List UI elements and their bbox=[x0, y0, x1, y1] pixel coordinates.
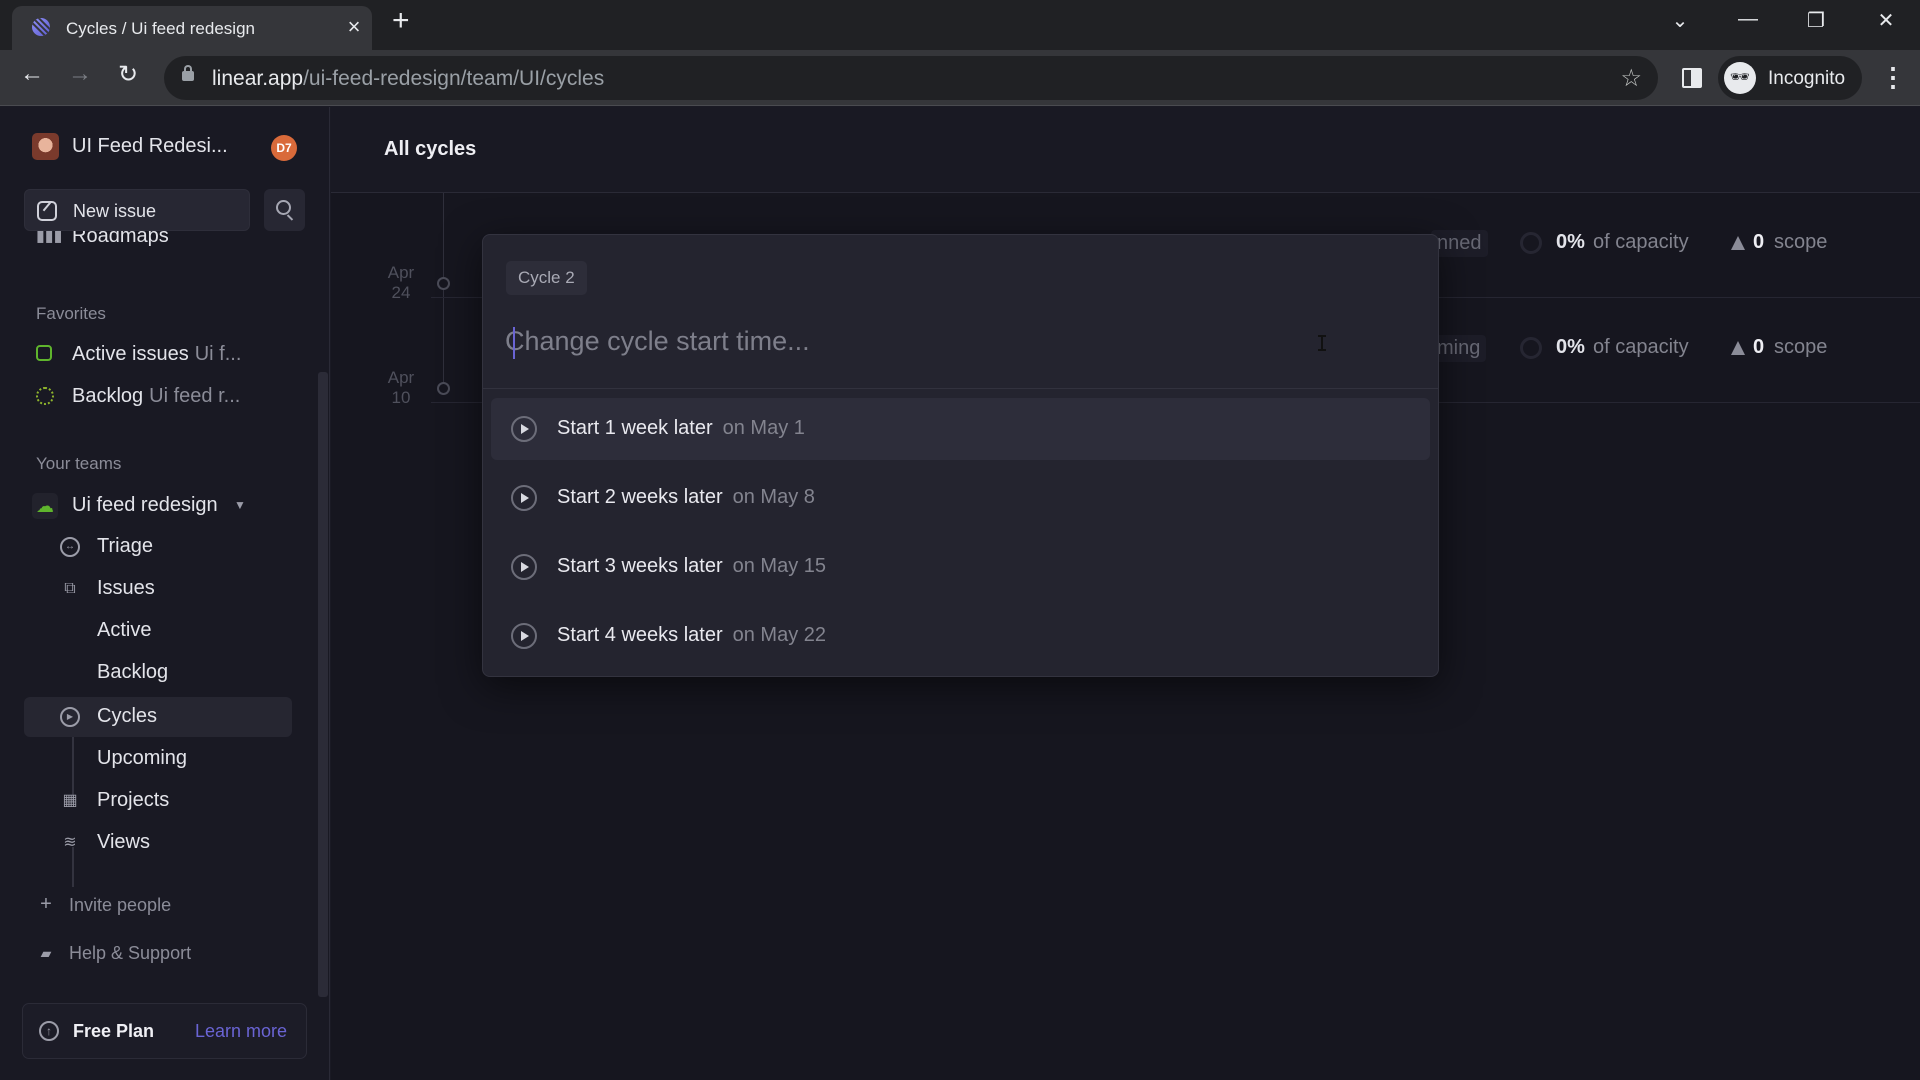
roadmap-icon: ▮▮▮ bbox=[36, 231, 63, 245]
context-chip: Cycle 2 bbox=[506, 261, 587, 295]
new-issue-label: New issue bbox=[73, 201, 157, 221]
scope-label: scope bbox=[1774, 231, 1828, 253]
play-circle-icon bbox=[511, 416, 537, 442]
forward-icon[interactable]: → bbox=[62, 60, 98, 88]
cycles-icon: ▶ bbox=[60, 707, 80, 727]
sidebar-item-issues[interactable]: ⧉ Issues bbox=[24, 569, 292, 609]
team-ui-feed-redesign[interactable]: ☁ Ui feed redesign ▼ bbox=[24, 485, 292, 525]
scope-count: 0 bbox=[1753, 231, 1765, 253]
scope-icon bbox=[1731, 236, 1745, 250]
workspace-avatar[interactable] bbox=[32, 133, 59, 160]
sidebar-item-roadmaps[interactable]: ▮▮▮ Roadmaps bbox=[24, 231, 292, 251]
option-start-3-weeks-later[interactable]: Start 3 weeks later on May 15 bbox=[491, 536, 1430, 598]
invite-people-button[interactable]: + Invite people bbox=[24, 885, 292, 925]
sidebar-item-upcoming[interactable]: Upcoming bbox=[24, 739, 292, 779]
incognito-profile-button[interactable]: 🕶 Incognito bbox=[1718, 56, 1862, 100]
incognito-icon: 🕶 bbox=[1724, 62, 1756, 94]
cycle-status: ming bbox=[1431, 335, 1487, 362]
incognito-label: Incognito bbox=[1768, 68, 1846, 89]
projects-grid-icon: ▦ bbox=[62, 792, 78, 809]
book-icon: ▰ bbox=[40, 945, 52, 961]
browser-tab[interactable]: Cycles / Ui feed redesign × bbox=[12, 6, 372, 50]
workspace-name[interactable]: UI Feed Redesi... bbox=[72, 135, 228, 158]
capacity-label: of capacity bbox=[1593, 231, 1689, 253]
sidebar-scrollbar[interactable] bbox=[318, 372, 328, 997]
active-issues-icon bbox=[36, 345, 52, 361]
user-avatar[interactable]: D7 bbox=[271, 135, 297, 161]
new-issue-button[interactable]: New issue bbox=[24, 189, 250, 231]
text-caret bbox=[513, 327, 515, 359]
option-start-1-week-later[interactable]: Start 1 week later on May 1 bbox=[491, 398, 1430, 460]
cycle-date: Apr 10 bbox=[387, 368, 415, 407]
search-icon bbox=[276, 200, 291, 215]
your-teams-heading: Your teams bbox=[36, 454, 122, 473]
url-text: linear.app/ui-feed-redesign/team/UI/cycl… bbox=[212, 67, 605, 90]
browser-toolbar: ← → ↻ linear.app/ui-feed-redesign/team/U… bbox=[0, 50, 1920, 106]
capacity-percent: 0% bbox=[1556, 336, 1585, 358]
scope-count: 0 bbox=[1753, 336, 1765, 358]
change-cycle-start-dialog: Cycle 2 Start 1 week lateron May 1 Start… bbox=[482, 234, 1439, 677]
learn-more-link[interactable]: Learn more bbox=[195, 1021, 287, 1042]
sidebar: UI Feed Redesi... D7 New issue ▮▮▮ Roadm… bbox=[0, 107, 330, 1080]
sidebar-item-backlog[interactable]: Backlog bbox=[24, 653, 292, 693]
favorite-active-issues[interactable]: Active issues Ui f... bbox=[24, 335, 292, 375]
triage-icon: ↔ bbox=[60, 537, 80, 557]
issues-icon: ⧉ bbox=[64, 580, 76, 597]
play-circle-icon bbox=[511, 485, 537, 511]
capacity-ring-icon bbox=[1520, 232, 1542, 254]
views-layers-icon: ≋ bbox=[63, 834, 77, 851]
sidebar-item-projects[interactable]: ▦ Projects bbox=[24, 781, 292, 821]
lock-icon bbox=[182, 65, 194, 81]
new-tab-button[interactable]: + bbox=[392, 4, 410, 38]
address-bar[interactable]: linear.app/ui-feed-redesign/team/UI/cycl… bbox=[164, 56, 1658, 100]
minimize-icon[interactable]: — bbox=[1728, 8, 1768, 31]
play-circle-icon bbox=[511, 554, 537, 580]
ibeam-cursor-icon bbox=[1318, 335, 1326, 351]
tab-title: Cycles / Ui feed redesign bbox=[66, 19, 255, 38]
capacity-percent: 0% bbox=[1556, 231, 1585, 253]
close-tab-icon[interactable]: × bbox=[342, 14, 366, 40]
cycle-status: nned bbox=[1431, 230, 1488, 257]
help-support-button[interactable]: ▰ Help & Support bbox=[24, 933, 292, 973]
restore-icon[interactable]: ❐ bbox=[1796, 8, 1836, 33]
chevron-down-icon[interactable]: ▼ bbox=[230, 495, 250, 515]
sidebar-item-views[interactable]: ≋ Views bbox=[24, 823, 292, 863]
sidebar-item-active[interactable]: Active bbox=[24, 611, 292, 651]
window-close-icon[interactable]: ✕ bbox=[1866, 8, 1906, 33]
scope-icon bbox=[1731, 341, 1745, 355]
play-circle-icon bbox=[511, 623, 537, 649]
modal-divider bbox=[483, 388, 1438, 389]
timeline-dot bbox=[437, 382, 450, 395]
tab-search-dropdown-icon[interactable]: ⌄ bbox=[1660, 8, 1700, 33]
command-input[interactable] bbox=[505, 317, 1385, 365]
capacity-label: of capacity bbox=[1593, 336, 1689, 358]
plan-label: Free Plan bbox=[73, 1021, 155, 1041]
backlog-icon bbox=[36, 387, 54, 405]
linear-favicon-icon bbox=[32, 18, 50, 36]
favorite-backlog[interactable]: Backlog Ui feed r... bbox=[24, 377, 292, 417]
browser-menu-icon[interactable]: ⋮ bbox=[1880, 62, 1906, 93]
upgrade-arrow-icon: ↑ bbox=[39, 1021, 59, 1041]
browser-tab-bar: Cycles / Ui feed redesign × + ⌄ — ❐ ✕ bbox=[0, 0, 1920, 50]
search-button[interactable] bbox=[264, 189, 305, 231]
team-cloud-icon: ☁ bbox=[32, 493, 58, 519]
timeline-dot bbox=[437, 277, 450, 290]
scope-label: scope bbox=[1774, 336, 1828, 358]
option-start-4-weeks-later[interactable]: Start 4 weeks later on May 22 bbox=[491, 605, 1430, 667]
option-start-2-weeks-later[interactable]: Start 2 weeks later on May 8 bbox=[491, 467, 1430, 529]
back-icon[interactable]: ← bbox=[14, 60, 50, 88]
bookmark-star-icon[interactable]: ☆ bbox=[1620, 64, 1642, 93]
page-title: All cycles bbox=[384, 138, 477, 160]
favorites-heading: Favorites bbox=[36, 304, 106, 323]
sidebar-item-cycles[interactable]: ▶ Cycles bbox=[24, 697, 292, 737]
compose-icon bbox=[37, 201, 57, 221]
side-panel-icon[interactable] bbox=[1682, 68, 1702, 88]
free-plan-card: ↑ Free Plan Learn more bbox=[22, 1003, 307, 1059]
sidebar-item-triage[interactable]: ↔ Triage bbox=[24, 527, 292, 567]
cycle-date: Apr 24 bbox=[387, 263, 415, 302]
capacity-ring-icon bbox=[1520, 337, 1542, 359]
reload-icon[interactable]: ↻ bbox=[110, 60, 146, 89]
plus-icon: + bbox=[40, 893, 52, 915]
